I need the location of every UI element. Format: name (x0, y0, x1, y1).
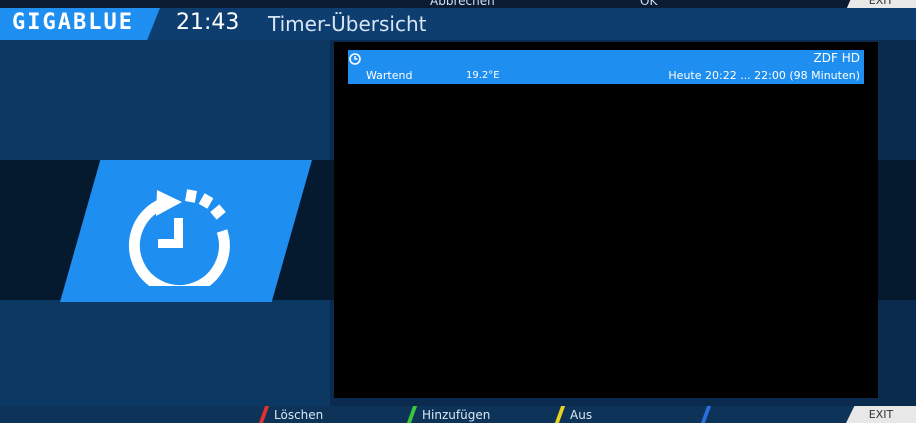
brand-logo: GIGABLUE (0, 8, 160, 40)
timer-row[interactable]: ZDF HD Wartend 19.2°E Heute 20:22 ... 22… (348, 50, 864, 84)
clock-icon (349, 53, 361, 65)
timer-time: Heute 20:22 ... 22:00 (98 Minuten) (668, 69, 860, 82)
left-decor-top (0, 40, 330, 160)
timer-clock-icon (128, 189, 230, 286)
timer-channel: ZDF HD (813, 51, 860, 65)
yellow-key-icon (554, 406, 566, 423)
abort-hint[interactable]: Abbrechen (430, 0, 495, 8)
green-key-icon (406, 406, 418, 423)
timer-position: 19.2°E (466, 70, 500, 81)
page-title: Timer-Übersicht (268, 12, 427, 36)
disable-label: Aus (570, 408, 593, 422)
ok-hint[interactable]: OK (640, 0, 657, 8)
blue-key-icon (700, 406, 712, 423)
delete-label: Löschen (274, 408, 324, 422)
exit-button[interactable]: EXIT (846, 406, 916, 423)
brand-text: GIGABLUE (12, 10, 134, 35)
timer-icon-panel (60, 160, 312, 302)
timer-list-panel: ZDF HD Wartend 19.2°E Heute 20:22 ... 22… (334, 42, 878, 398)
header-bar: GIGABLUE 21:43 Timer-Übersicht (0, 8, 916, 40)
clock: 21:43 (176, 10, 240, 35)
add-label: Hinzufügen (422, 408, 491, 422)
left-decor-bottom (0, 300, 330, 410)
footer-bar: Löschen Hinzufügen Aus EXIT (0, 406, 916, 423)
timer-status: Wartend (366, 69, 413, 82)
red-key-icon (258, 406, 270, 423)
